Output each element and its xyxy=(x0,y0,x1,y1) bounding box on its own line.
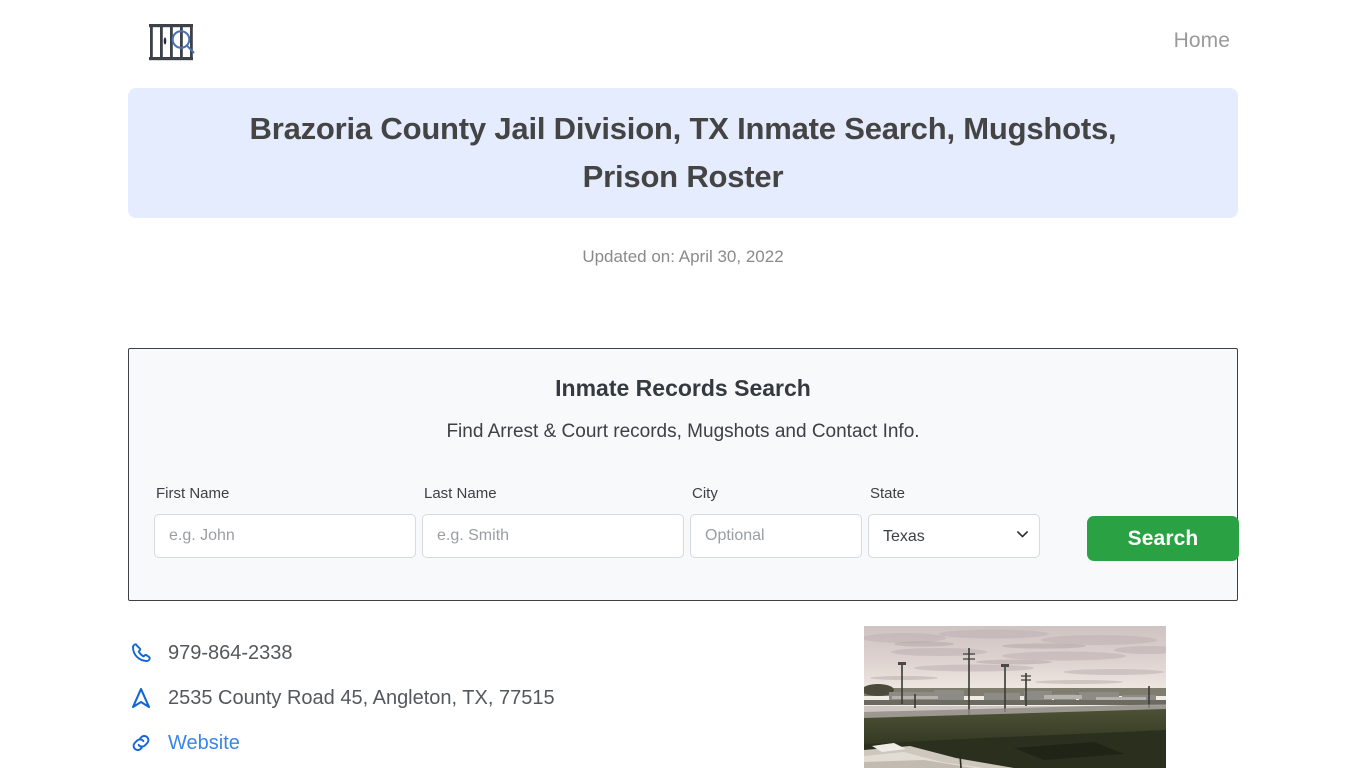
contact-row-website: Website xyxy=(128,720,828,765)
navigation-arrow-icon xyxy=(128,685,154,711)
field-city: City xyxy=(690,483,862,558)
contact-row-address: 2535 County Road 45, Angleton, TX, 77515 xyxy=(128,675,828,720)
state-label: State xyxy=(870,485,906,502)
main-nav: Home xyxy=(1174,26,1366,56)
inmate-search-card: Inmate Records Search Find Arrest & Cour… xyxy=(128,348,1239,601)
last-name-input[interactable] xyxy=(422,514,684,558)
field-last-name: Last Name xyxy=(422,483,684,558)
search-card-subtitle: Find Arrest & Court records, Mugshots an… xyxy=(446,421,920,442)
city-input[interactable] xyxy=(690,514,862,558)
search-button[interactable]: Search xyxy=(1087,516,1239,561)
website-link[interactable]: Website xyxy=(168,729,240,757)
facility-photo-image xyxy=(864,626,1166,768)
contact-info: 979-864-2338 2535 County Road 45, Anglet… xyxy=(128,630,828,765)
field-state: State Texas xyxy=(868,483,1040,558)
state-select[interactable]: Texas xyxy=(868,514,1040,558)
first-name-label: First Name xyxy=(156,485,230,502)
last-name-label: Last Name xyxy=(424,485,497,502)
search-card-title: Inmate Records Search xyxy=(555,375,811,401)
first-name-input[interactable] xyxy=(154,514,416,558)
site-header: Home xyxy=(0,0,1366,84)
contact-row-phone: 979-864-2338 xyxy=(128,630,828,675)
search-form: First Name Last Name City State Texas xyxy=(154,483,1239,573)
title-banner: Brazoria County Jail Division, TX Inmate… xyxy=(128,88,1238,218)
page-root: Home Brazoria County Jail Division, TX I… xyxy=(0,0,1366,768)
page-title: Brazoria County Jail Division, TX Inmate… xyxy=(249,111,1117,194)
state-select-wrapper: Texas xyxy=(868,514,1040,558)
city-label: City xyxy=(692,485,718,502)
address-text: 2535 County Road 45, Angleton, TX, 77515 xyxy=(168,686,555,709)
phone-number: 979-864-2338 xyxy=(168,641,293,664)
site-logo[interactable] xyxy=(148,22,202,62)
facility-photo xyxy=(864,626,1166,768)
nav-item-home[interactable]: Home xyxy=(1174,26,1230,56)
jail-bars-magnifier-icon xyxy=(149,24,195,61)
phone-icon xyxy=(128,640,154,666)
last-updated-text: Updated on: April 30, 2022 xyxy=(582,247,784,266)
link-icon xyxy=(128,730,154,756)
field-first-name: First Name xyxy=(154,483,416,558)
